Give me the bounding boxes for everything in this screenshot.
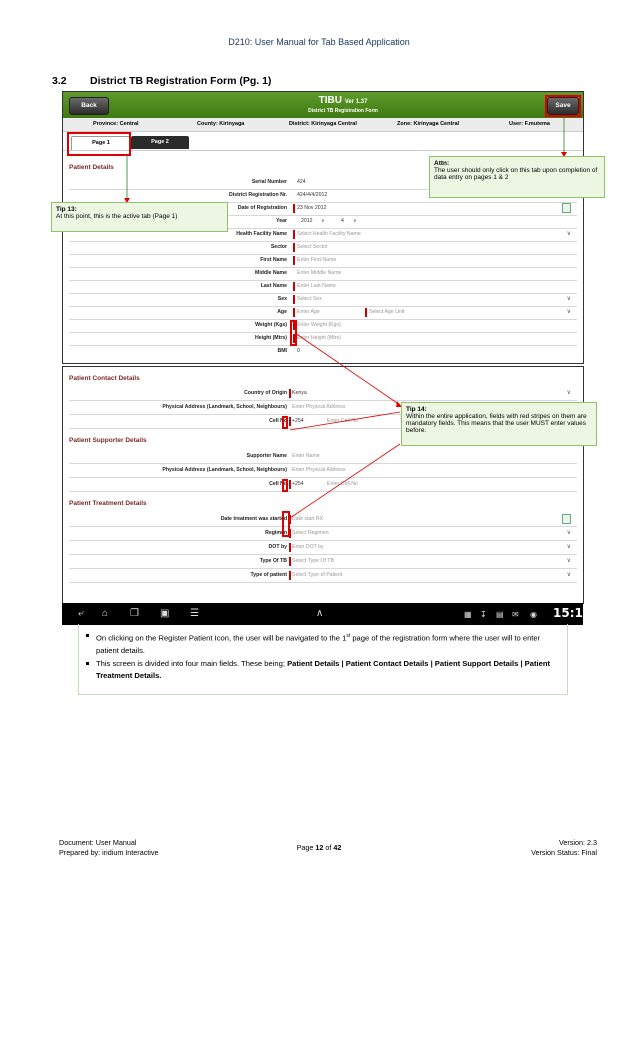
bullet-item: On clicking on the Register Patient Icon… bbox=[86, 630, 558, 657]
attn-title: Attn: bbox=[434, 160, 450, 167]
footer-right: Version: 2.3 Version Status: Final bbox=[531, 838, 597, 858]
tip13-body: At this point, this is the active tab (P… bbox=[56, 213, 178, 220]
tip13-callout: Tip 13: At this point, this is the activ… bbox=[51, 202, 228, 232]
bullet-text: On clicking on the Register Patient Icon… bbox=[96, 633, 347, 643]
tip14-body: Within the entire application, fields wi… bbox=[406, 413, 587, 434]
footer-page-prefix: Page bbox=[296, 843, 316, 852]
tip14-connector-mid bbox=[289, 411, 401, 431]
bullet-text: This screen is divided into four main fi… bbox=[96, 659, 288, 668]
tip14-callout: Tip 14: Within the entire application, f… bbox=[401, 402, 597, 446]
attn-callout: Attn: The user should only click on this… bbox=[429, 156, 605, 198]
footer-version: Version: 2.3 bbox=[559, 838, 597, 847]
footer-page-of: of bbox=[323, 843, 334, 852]
footer-status: Version Status: Final bbox=[531, 848, 597, 857]
bullet-item: This screen is divided into four main fi… bbox=[86, 658, 558, 682]
bullet-icon bbox=[86, 662, 89, 665]
bullet-icon bbox=[86, 634, 89, 637]
tip14-title: Tip 14: bbox=[406, 406, 427, 413]
tip14-connector-lower bbox=[289, 443, 401, 519]
footer-page-total: 42 bbox=[333, 843, 342, 852]
tip14-connector-upper bbox=[294, 332, 401, 406]
tip13-title: Tip 13: bbox=[56, 206, 77, 213]
attn-body: The user should only click on this tab u… bbox=[434, 167, 598, 181]
